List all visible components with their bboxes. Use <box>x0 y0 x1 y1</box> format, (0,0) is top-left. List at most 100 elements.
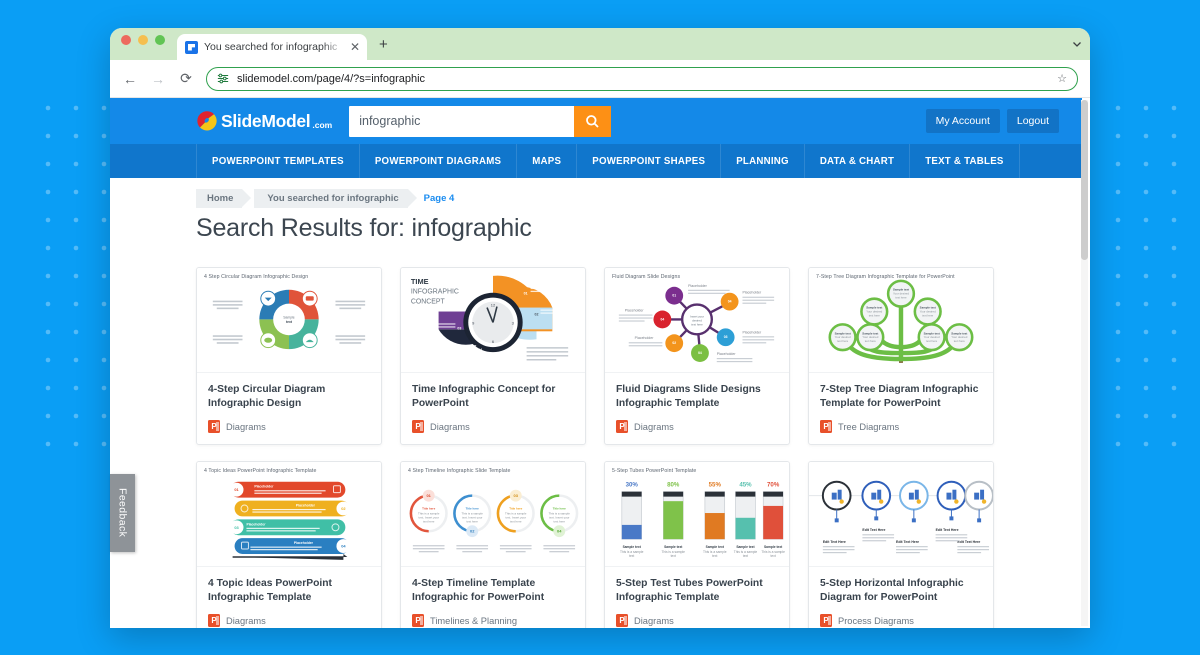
result-card[interactable]: 4 Step Timeline Infographic Slide Templa… <box>400 461 586 628</box>
svg-text:text here: text here <box>466 519 478 523</box>
result-card[interactable]: 7-Step Tree Diagram Infographic Template… <box>808 267 994 445</box>
page-scrollbar-thumb[interactable] <box>1081 100 1088 260</box>
card-thumbnail: 5-Step Tubes PowerPoint Template 30% 80% <box>605 462 789 567</box>
result-card[interactable]: 4 Topic Ideas PowerPoint Infographic Tem… <box>196 461 382 628</box>
nav-item-planning[interactable]: PLANNING <box>721 144 805 178</box>
breadcrumb-search[interactable]: You searched for infographic <box>254 188 417 208</box>
card-thumbnail: 7-Step Tree Diagram Infographic Template… <box>809 268 993 373</box>
result-card[interactable]: Fluid Diagram Slide Designs Insert your … <box>604 267 790 445</box>
feedback-tab[interactable]: Feedback <box>110 474 135 552</box>
svg-text:Placeholder: Placeholder <box>296 504 316 508</box>
browser-toolbar: ← → ⟳ slidemodel.com/page/4/?s=infograph… <box>110 60 1090 98</box>
svg-text:Placeholder: Placeholder <box>742 291 762 295</box>
card-category[interactable]: Timelines & Planning <box>430 616 517 626</box>
svg-text:01: 01 <box>524 292 528 296</box>
logout-button[interactable]: Logout <box>1006 109 1059 133</box>
result-card[interactable]: Edit Text Here Edit Text Here Edit Text H… <box>808 461 994 628</box>
card-body: 5-Step Test Tubes PowerPoint Infographic… <box>605 567 789 628</box>
svg-text:text here: text here <box>423 519 435 523</box>
browser-tab-strip: You searched for infographic ✕ + <box>110 28 1090 60</box>
svg-text:Edit Text Here: Edit Text Here <box>936 528 959 532</box>
card-meta: P Diagrams <box>412 420 574 433</box>
nav-item-powerpoint-templates[interactable]: POWERPOINT TEMPLATES <box>196 144 360 178</box>
close-tab-icon[interactable]: ✕ <box>350 41 360 53</box>
svg-text:text here: text here <box>869 313 881 317</box>
card-title: 4-Step Circular Diagram Infographic Desi… <box>208 384 326 409</box>
powerpoint-file-icon: P <box>616 420 628 433</box>
card-category[interactable]: Diagrams <box>634 422 674 432</box>
nav-item-powerpoint-shapes[interactable]: POWERPOINT SHAPES <box>577 144 722 178</box>
circular-diagram-art: Sample text <box>212 289 366 350</box>
search-input[interactable] <box>349 105 575 137</box>
search-icon <box>586 114 599 128</box>
svg-text:Sample text: Sample text <box>764 545 783 549</box>
svg-text:Edit Text Here: Edit Text Here <box>823 540 846 544</box>
chevron-down-icon <box>1073 42 1081 47</box>
card-category[interactable]: Diagrams <box>430 422 470 432</box>
address-bar[interactable]: slidemodel.com/page/4/?s=infographic ☆ <box>206 66 1078 91</box>
svg-text:9: 9 <box>472 320 474 325</box>
site-settings-icon <box>217 73 229 84</box>
tab-strip-menu[interactable] <box>1064 28 1090 60</box>
nav-item-data-and-chart[interactable]: DATA & CHART <box>805 144 911 178</box>
logo-text: SlideModel <box>221 110 311 131</box>
svg-text:Placeholder: Placeholder <box>294 541 314 545</box>
page-scrollbar[interactable] <box>1081 100 1088 626</box>
card-category[interactable]: Diagrams <box>226 616 266 626</box>
svg-text:text: text <box>712 554 717 558</box>
tree-diagram-art: Sample text Your desired text here Sampl… <box>828 279 974 363</box>
results-grid: 4 Step Circular Diagram Infographic Desi… <box>196 267 1082 628</box>
page-viewport: SlideModel .com My Account Logout <box>110 98 1090 628</box>
powerpoint-file-icon: P <box>208 420 220 433</box>
powerpoint-file-icon: P <box>208 614 220 627</box>
svg-text:Edit Text Here: Edit Text Here <box>862 528 885 532</box>
card-thumbnail: 4 Step Circular Diagram Infographic Desi… <box>197 268 381 373</box>
card-body: 4-Step Circular Diagram Infographic Desi… <box>197 373 381 444</box>
result-card[interactable]: TIME INFOGRAPHIC CONCEPT 12 3 6 9 01 02 … <box>400 267 586 445</box>
close-window-button[interactable] <box>121 35 131 45</box>
test-tubes-chart-art: 30% 80% 55% 45% 70% Sample text Sample t… <box>620 482 785 558</box>
card-meta: P Diagrams <box>616 420 778 433</box>
new-tab-button[interactable]: + <box>379 36 388 60</box>
logo-mark-icon <box>196 110 217 132</box>
browser-window: You searched for infographic ✕ + ← → ⟳ s… <box>110 28 1090 628</box>
nav-item-powerpoint-diagrams[interactable]: POWERPOINT DIAGRAMS <box>360 144 518 178</box>
svg-text:Title here: Title here <box>422 506 435 510</box>
browser-tab[interactable]: You searched for infographic ✕ <box>177 34 367 60</box>
card-category[interactable]: Process Diagrams <box>838 616 914 626</box>
powerpoint-file-icon: P <box>820 614 832 627</box>
nav-item-maps[interactable]: MAPS <box>517 144 578 178</box>
card-body: 4-Step Timeline Template Infographic for… <box>401 567 585 628</box>
site-logo[interactable]: SlideModel .com <box>196 111 332 132</box>
reload-button[interactable]: ⟳ <box>178 70 194 87</box>
tube-percent-5: 70% <box>767 482 780 489</box>
back-button[interactable]: ← <box>122 71 138 87</box>
svg-text:text here: text here <box>926 339 938 343</box>
svg-text:text: text <box>743 554 748 558</box>
result-card[interactable]: 4 Step Circular Diagram Infographic Desi… <box>196 267 382 445</box>
card-thumbnail: 4 Topic Ideas PowerPoint Infographic Tem… <box>197 462 381 567</box>
svg-text:Title here: Title here <box>553 506 566 510</box>
my-account-button[interactable]: My Account <box>925 109 1000 133</box>
maximize-window-button[interactable] <box>155 35 165 45</box>
card-thumbnail: TIME INFOGRAPHIC CONCEPT 12 3 6 9 01 02 … <box>401 268 585 373</box>
svg-text:text here: text here <box>895 296 907 300</box>
forward-button[interactable]: → <box>150 71 166 87</box>
svg-text:text: text <box>286 320 293 324</box>
bookmark-icon[interactable]: ☆ <box>1057 72 1067 85</box>
card-category[interactable]: Diagrams <box>634 616 674 626</box>
minimize-window-button[interactable] <box>138 35 148 45</box>
card-category[interactable]: Diagrams <box>226 422 266 432</box>
svg-text:Sample text: Sample text <box>664 545 683 549</box>
tube-percent-2: 80% <box>667 482 680 489</box>
svg-text:Sample: Sample <box>283 315 295 319</box>
tube-percent-3: 55% <box>709 482 722 489</box>
search-button[interactable] <box>574 105 612 137</box>
breadcrumb-home[interactable]: Home <box>196 188 252 208</box>
result-card[interactable]: 5-Step Tubes PowerPoint Template 30% 80% <box>604 461 790 628</box>
tube-percent-4: 45% <box>739 482 752 489</box>
nav-item-text-and-tables[interactable]: TEXT & TABLES <box>910 144 1020 178</box>
site-search <box>349 105 612 137</box>
favicon-icon <box>185 40 198 54</box>
card-category[interactable]: Tree Diagrams <box>838 422 899 432</box>
